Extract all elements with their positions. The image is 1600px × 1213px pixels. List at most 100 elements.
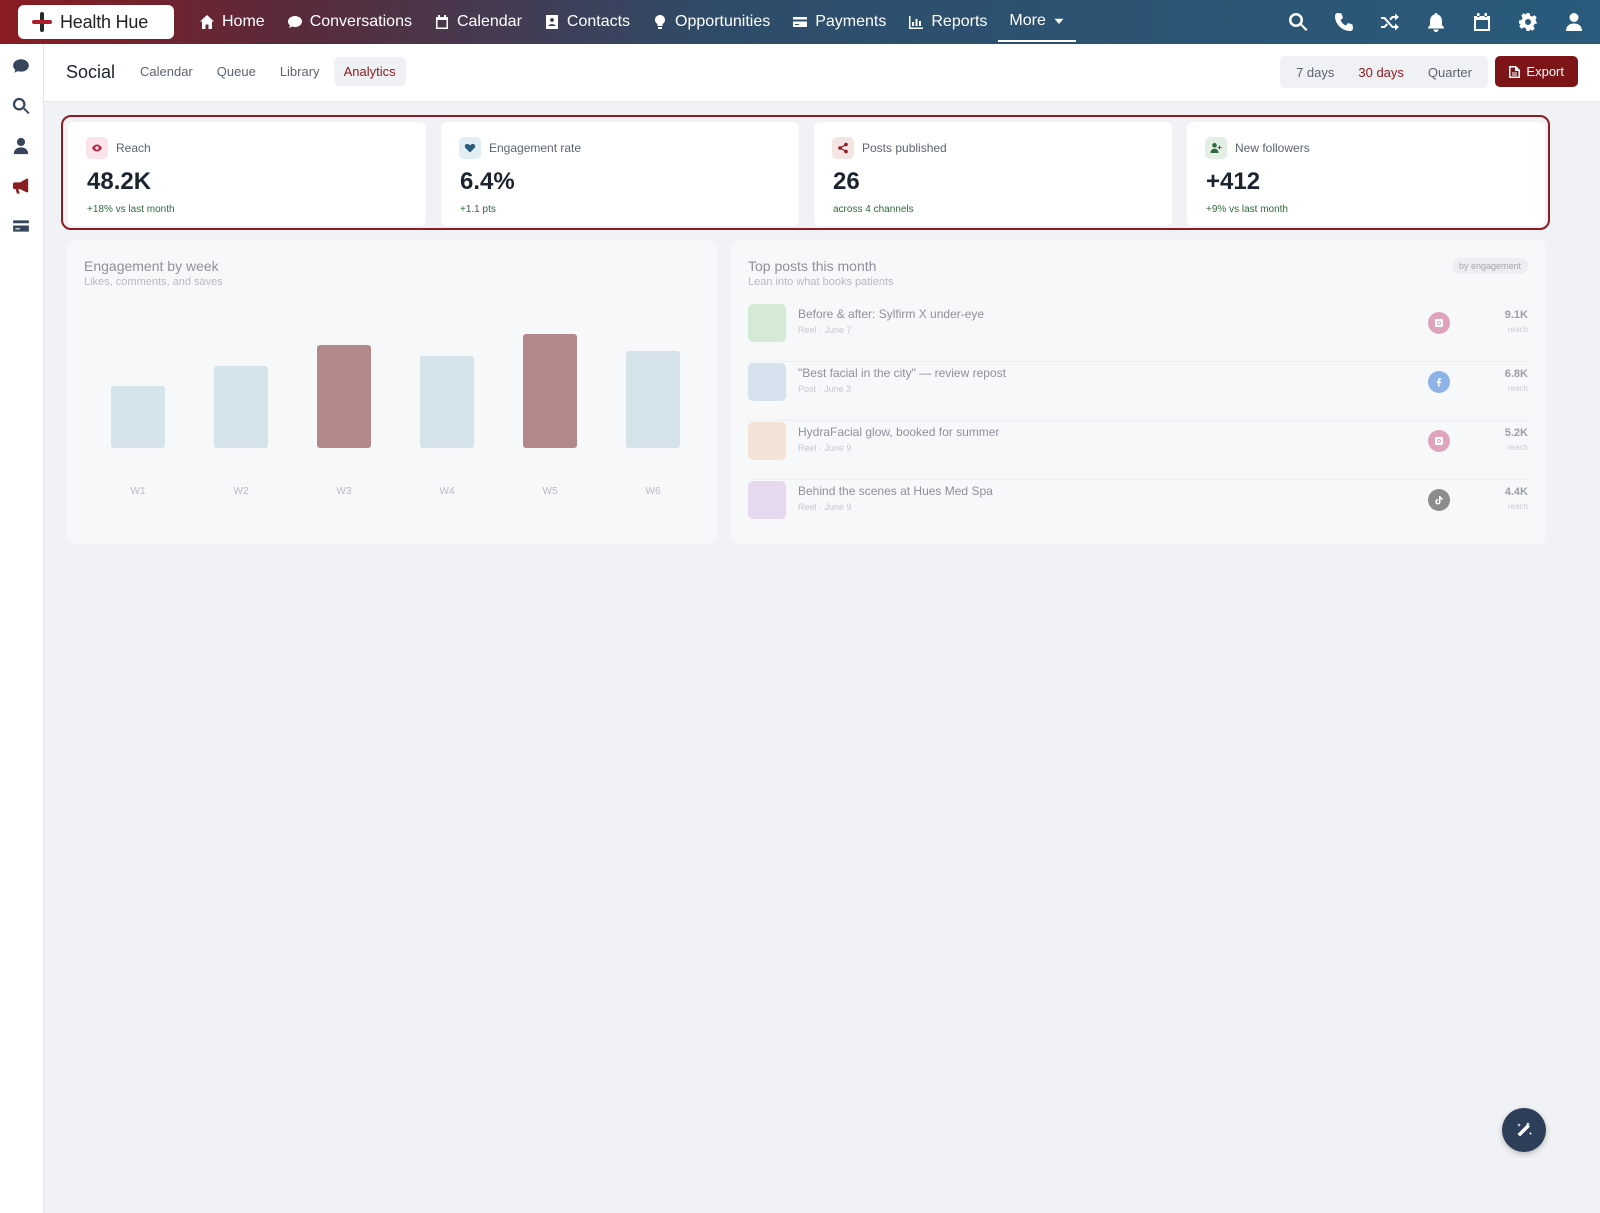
post-reach-value: 4.4K bbox=[1504, 486, 1528, 498]
stats-strip: Reach 48.2K +18% vs last month Engagemen… bbox=[61, 115, 1550, 230]
post-reach-unit: reach bbox=[1507, 443, 1528, 452]
post-title: "Best facial in the city" — review repos… bbox=[798, 366, 1006, 380]
stat-label: Posts published bbox=[862, 141, 947, 155]
stat-value: 48.2K bbox=[87, 168, 152, 195]
tab-calendar[interactable]: Calendar bbox=[130, 57, 203, 86]
magic-wand-icon bbox=[1517, 1122, 1532, 1137]
post-meta: Reel · June 9 bbox=[798, 443, 852, 453]
chat-bubble-icon bbox=[287, 16, 302, 28]
post-reach-value: 5.2K bbox=[1504, 427, 1528, 439]
bell-icon[interactable] bbox=[1426, 12, 1446, 32]
tab-queue[interactable]: Queue bbox=[207, 57, 266, 86]
stat-value: 6.4% bbox=[460, 168, 515, 195]
eye-icon bbox=[86, 137, 108, 159]
megaphone-icon bbox=[12, 178, 29, 194]
post-reach-unit: reach bbox=[1507, 325, 1528, 334]
post-thumbnail bbox=[748, 422, 786, 460]
nav-item-reports[interactable]: Reports bbox=[897, 0, 998, 44]
shuffle-icon[interactable] bbox=[1380, 12, 1400, 32]
nav-menu: Home Conversations Calendar Contacts Opp… bbox=[188, 0, 1076, 44]
phone-icon[interactable] bbox=[1334, 12, 1354, 32]
sidebar-item-contacts[interactable] bbox=[12, 137, 32, 157]
calendar-icon[interactable] bbox=[1472, 12, 1492, 32]
nav-utilities bbox=[1288, 0, 1584, 44]
brand-logo[interactable]: Health Hue bbox=[18, 5, 174, 39]
x-tick-label: W3 bbox=[336, 486, 352, 497]
nav-item-home[interactable]: Home bbox=[188, 0, 276, 44]
gear-icon[interactable] bbox=[1518, 12, 1538, 32]
post-title: Behind the scenes at Hues Med Spa bbox=[798, 484, 993, 498]
post-title: HydraFacial glow, booked for summer bbox=[798, 425, 1000, 439]
stat-delta: +1.1 pts bbox=[460, 204, 496, 215]
left-sidebar bbox=[0, 44, 44, 1213]
document-icon bbox=[1509, 65, 1521, 78]
list-item[interactable]: "Best facial in the city" — review repos… bbox=[748, 363, 1528, 421]
chat-bubble-icon bbox=[13, 59, 29, 73]
chart-bar-w6[interactable] bbox=[626, 351, 680, 448]
stat-delta: across 4 channels bbox=[833, 204, 914, 215]
user-icon bbox=[13, 137, 29, 155]
social-subheader: Social Calendar Queue Library Analytics … bbox=[44, 44, 1600, 102]
nav-item-more[interactable]: More bbox=[998, 2, 1076, 42]
list-item[interactable]: Before & after: Sylfirm X under-eye Reel… bbox=[748, 304, 1528, 362]
stat-card-posts-published: Posts published 26 across 4 channels bbox=[814, 122, 1172, 226]
post-reach-unit: reach bbox=[1507, 384, 1528, 393]
list-item[interactable]: Behind the scenes at Hues Med Spa Reel ·… bbox=[748, 481, 1528, 539]
sidebar-item-search[interactable] bbox=[12, 97, 32, 117]
nav-item-label: Home bbox=[222, 13, 265, 30]
range-7-days[interactable]: 7 days bbox=[1284, 65, 1346, 80]
chart-bar-w4[interactable] bbox=[420, 356, 474, 448]
nav-item-payments[interactable]: Payments bbox=[781, 0, 897, 44]
range-quarter[interactable]: Quarter bbox=[1416, 65, 1484, 80]
nav-item-contacts[interactable]: Contacts bbox=[533, 0, 641, 44]
x-tick-label: W5 bbox=[542, 486, 558, 497]
page-title: Social bbox=[66, 62, 116, 82]
assistant-fab-button[interactable] bbox=[1502, 1108, 1546, 1152]
post-thumbnail bbox=[748, 363, 786, 401]
x-tick-label: W4 bbox=[439, 486, 455, 497]
post-reach-value: 6.8K bbox=[1504, 368, 1528, 380]
nav-item-opportunities[interactable]: Opportunities bbox=[641, 0, 781, 44]
sidebar-item-social[interactable] bbox=[12, 177, 32, 197]
nav-item-label: More bbox=[1009, 12, 1046, 29]
chart-bar-w2[interactable] bbox=[214, 366, 268, 448]
nav-item-conversations[interactable]: Conversations bbox=[276, 0, 423, 44]
post-title: Before & after: Sylfirm X under-eye bbox=[798, 307, 985, 321]
home-icon bbox=[200, 15, 214, 29]
range-30-days[interactable]: 30 days bbox=[1346, 65, 1416, 80]
search-icon[interactable] bbox=[1288, 12, 1308, 32]
stat-card-engagement-rate: Engagement rate 6.4% +1.1 pts bbox=[441, 122, 799, 226]
tab-analytics[interactable]: Analytics bbox=[333, 57, 406, 86]
chart-bar-w5[interactable] bbox=[523, 334, 577, 448]
top-nav: Health Hue Home Conversations Calendar C… bbox=[0, 0, 1600, 44]
nav-item-label: Reports bbox=[931, 13, 988, 30]
caret-down-icon bbox=[1054, 18, 1064, 24]
list-item[interactable]: HydraFacial glow, booked for summer Reel… bbox=[748, 422, 1528, 480]
credit-card-icon bbox=[13, 220, 29, 232]
user-plus-icon bbox=[1205, 137, 1227, 159]
chart-bar-w1[interactable] bbox=[111, 386, 165, 448]
post-thumbnail bbox=[748, 304, 786, 342]
user-icon[interactable] bbox=[1564, 12, 1584, 32]
nav-item-label: Contacts bbox=[566, 13, 631, 30]
post-meta: Post · June 3 bbox=[798, 384, 852, 394]
tab-library[interactable]: Library bbox=[270, 57, 330, 86]
social-tabs: Calendar Queue Library Analytics bbox=[130, 57, 406, 86]
stat-label: Engagement rate bbox=[489, 141, 582, 155]
logo-mark-icon bbox=[32, 12, 52, 32]
chart-bar-w3[interactable] bbox=[317, 345, 371, 448]
bar-chart-icon bbox=[909, 16, 924, 29]
x-tick-label: W6 bbox=[645, 486, 661, 497]
sidebar-item-conversations[interactable] bbox=[12, 57, 32, 77]
date-range-toggle: 7 days 30 days Quarter bbox=[1280, 56, 1488, 88]
export-button[interactable]: Export bbox=[1495, 56, 1578, 87]
nav-item-calendar[interactable]: Calendar bbox=[423, 0, 533, 44]
card-subtitle: Lean into what books patients bbox=[748, 276, 894, 288]
post-meta: Reel · June 9 bbox=[798, 502, 852, 512]
stat-value: +412 bbox=[1206, 168, 1261, 195]
x-tick-label: W1 bbox=[130, 486, 146, 497]
card-subtitle: Likes, comments, and saves bbox=[84, 276, 223, 288]
card-title: Engagement by week bbox=[84, 258, 219, 274]
post-reach-value: 9.1K bbox=[1504, 309, 1528, 321]
sidebar-item-payments[interactable] bbox=[12, 217, 32, 237]
